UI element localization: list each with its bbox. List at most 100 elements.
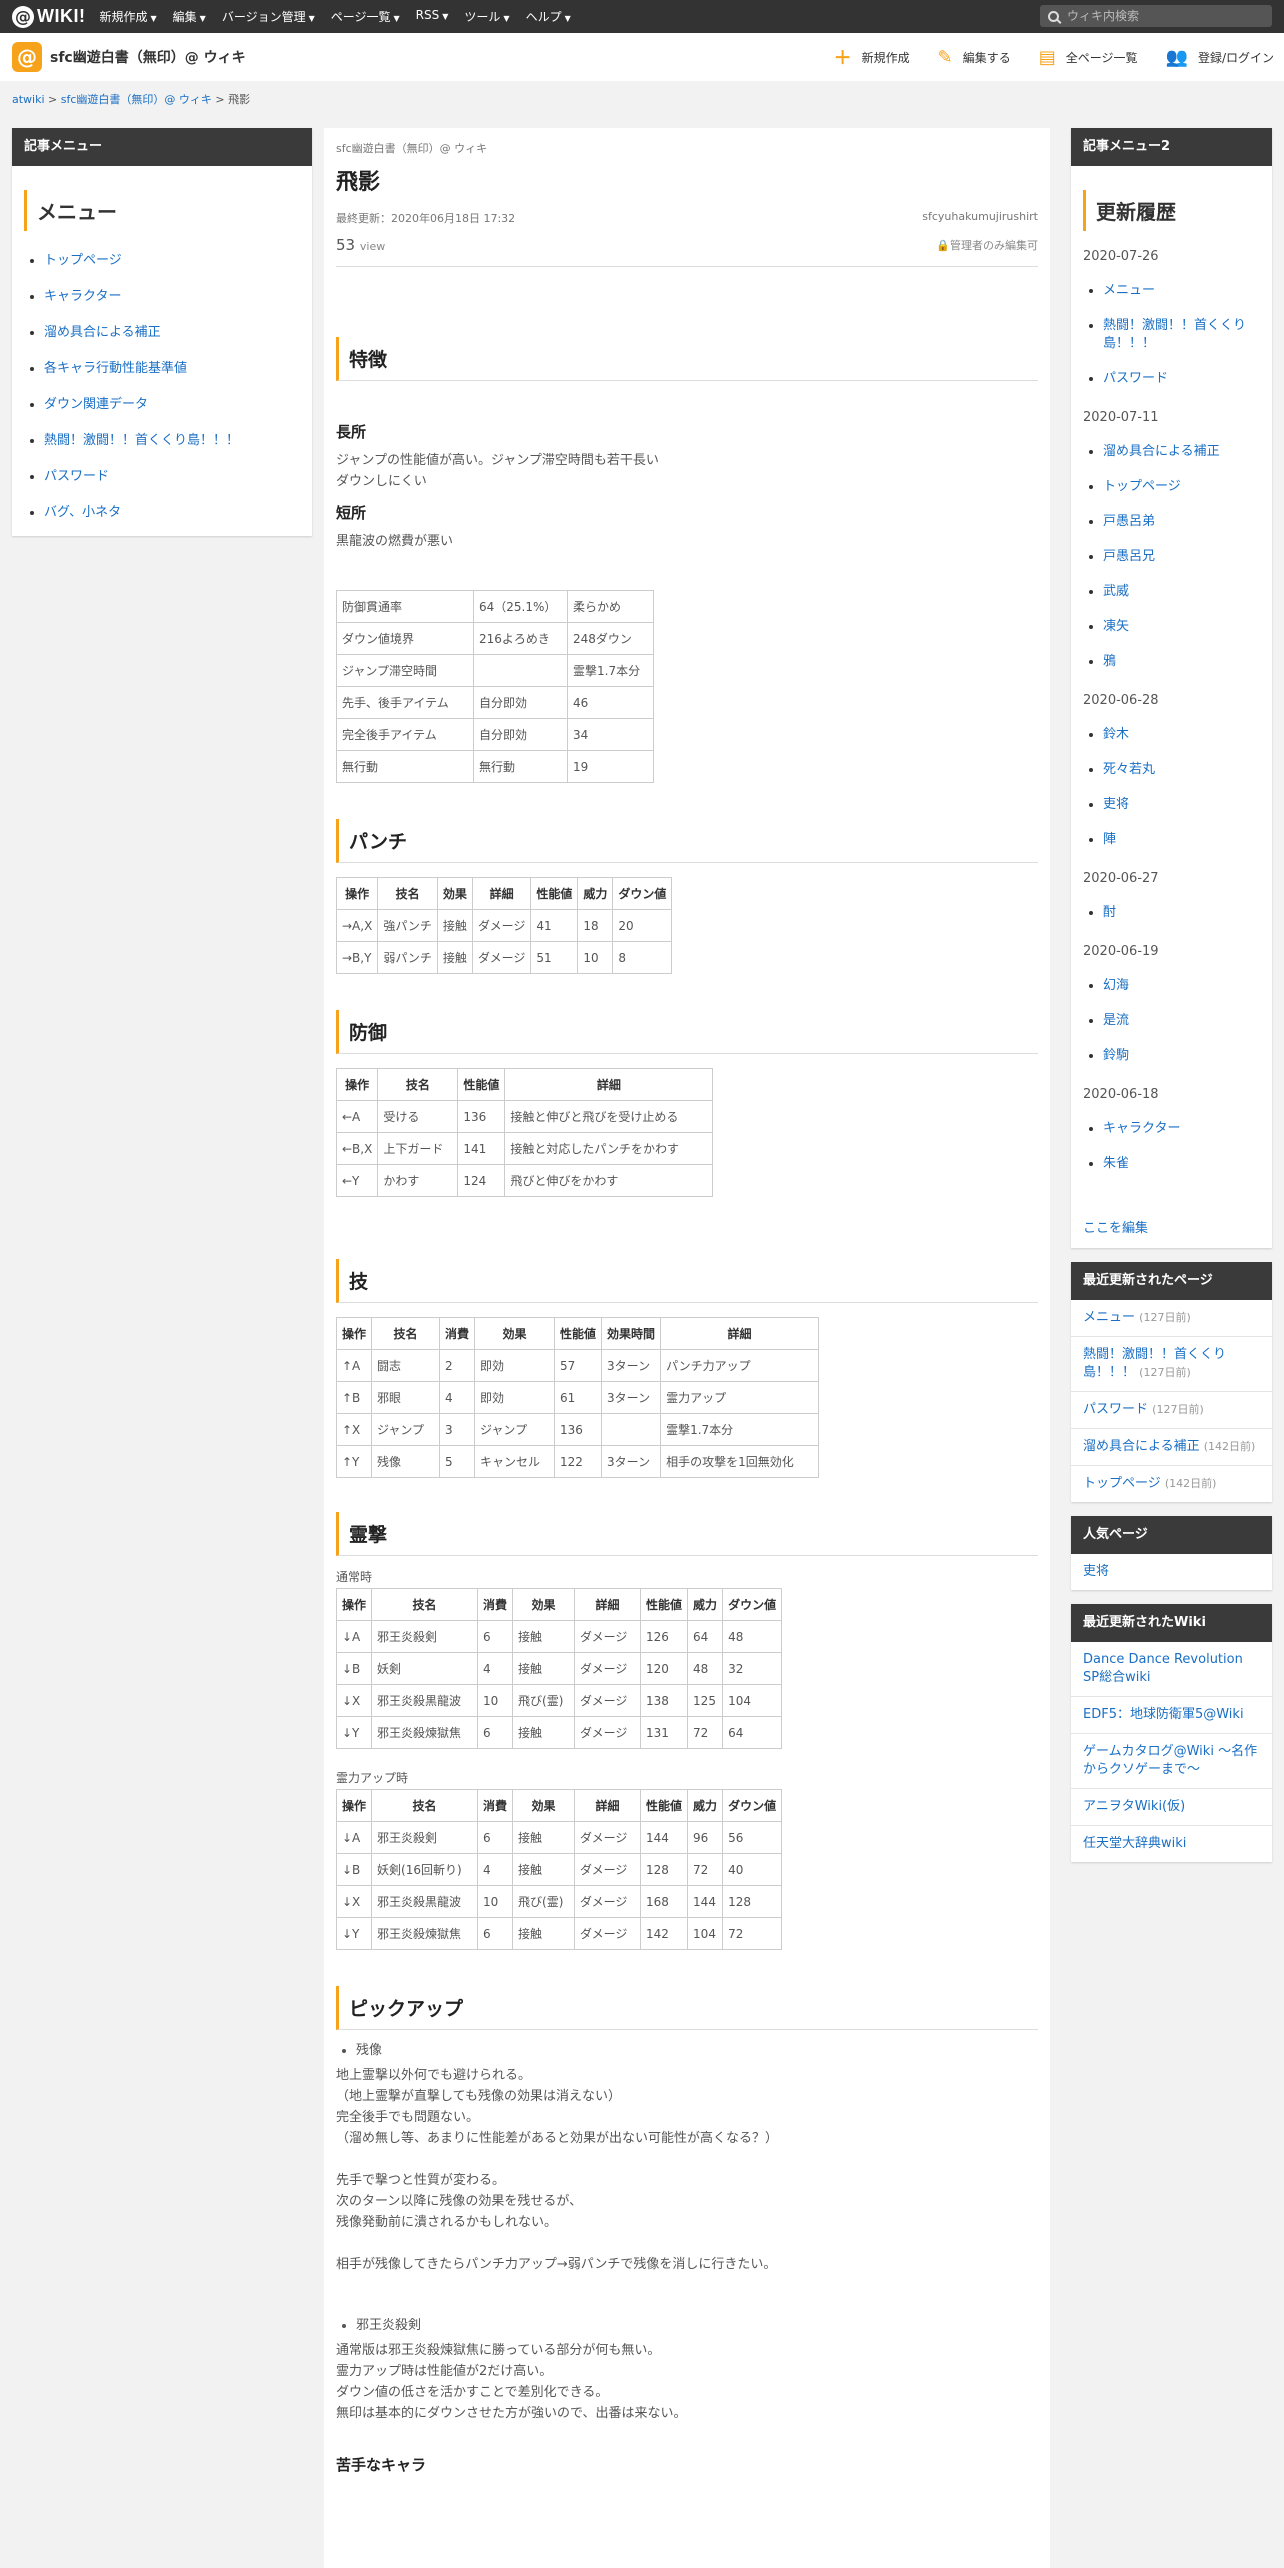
history-item[interactable]: 戸愚呂弟 <box>1103 513 1260 531</box>
table-row: ←A 受ける 136 接触と伸びと飛びを受け止める <box>335 1100 714 1133</box>
history-item[interactable]: 吏将 <box>1103 796 1260 814</box>
reigeki-normal-table: 操作 技名 消費 効果 詳細 性能値 威力 ダウン値 ↓A 邪王炎殺剣 6 接触 ダメージ 126 64 4… <box>335 1588 783 1749</box>
history-heading: 更新履歴 <box>1083 190 1260 231</box>
search-input[interactable] <box>1065 8 1265 24</box>
caret-down-icon: ▼ <box>393 14 400 23</box>
merit-text: ジャンプの性能値が高い。ジャンプ滞空時間も若干長い ダウンしにくい <box>336 453 659 489</box>
skill-table: 操作 技名 消費 効果 性能値 効果時間 詳細 ↑A 闘志 2 即効 57 3ターン パンチ力アップ ↑… <box>335 1317 820 1478</box>
table-row: ↑Y 残像 5 キャンセル 122 3ターン 相手の攻撃を1回無効化 <box>335 1445 820 1478</box>
nav-help[interactable]: ヘルプ ▼ <box>526 8 571 25</box>
edit-menu-link[interactable]: ここを編集 <box>1083 1217 1260 1236</box>
table-row: ↓B 妖剣 4 接触 ダメージ 120 48 32 <box>335 1652 783 1685</box>
menu-item[interactable]: キャラクター <box>44 285 300 304</box>
history-item[interactable]: 戸愚呂兄 <box>1103 548 1260 566</box>
wiki-item[interactable]: ゲームカタログ@Wiki ～名作からクソゲーまで～ <box>1071 1734 1272 1789</box>
nav-edit[interactable]: 編集 ▼ <box>173 8 206 25</box>
article-menu-panel: 記事メニュー メニュー トップページ キャラクター 溜め具合による補正 各キャラ… <box>12 128 312 536</box>
recent-page-item[interactable]: パスワード (127日前) <box>1071 1392 1272 1429</box>
menu-item[interactable]: バグ、小ネタ <box>44 501 300 520</box>
history-item[interactable]: 鈴駒 <box>1103 1047 1260 1065</box>
site-title[interactable]: sfc幽遊白書（無印）@ ウィキ <box>50 47 246 67</box>
history-item[interactable]: 溜め具合による補正 <box>1103 443 1260 461</box>
history-item[interactable]: 死々若丸 <box>1103 761 1260 779</box>
table-caption: 霊力アップ時 <box>336 1771 409 1785</box>
menu-item[interactable]: 熱闘！激闘！！首くくり島！！！ <box>44 429 300 448</box>
recent-page-item[interactable]: 熱闘！激闘！！首くくり島！！！ (127日前) <box>1071 1337 1272 1392</box>
recent-page-item[interactable]: メニュー (127日前) <box>1071 1300 1272 1337</box>
history-item[interactable]: 鴉 <box>1103 653 1260 671</box>
menu-item[interactable]: 溜め具合による補正 <box>44 321 300 340</box>
search-icon[interactable] <box>1048 10 1059 22</box>
menu-item[interactable]: パスワード <box>44 465 300 484</box>
table-row: →A,X 強パンチ 接触 ダメージ 41 18 20 <box>335 909 673 942</box>
history-item[interactable]: 陣 <box>1103 831 1260 849</box>
login-button[interactable]: 👥 登録/ログイン <box>1166 47 1274 68</box>
nav-pages[interactable]: ページ一覧 ▼ <box>331 8 400 25</box>
right-sidebar: 記事メニュー2 更新履歴 2020-07-26 メニュー 熱闘！激闘！！首くくり… <box>1071 128 1272 1876</box>
atwiki-logo[interactable]: @ WIKI! <box>12 5 85 28</box>
history-item[interactable]: 鈴木 <box>1103 726 1260 744</box>
history-date: 2020-06-18 <box>1083 1087 1159 1102</box>
page-title: 飛影 <box>336 170 381 195</box>
nav-new[interactable]: 新規作成 ▼ <box>99 8 156 25</box>
all-pages-button[interactable]: ▤ 全ページ一覧 <box>1039 47 1138 68</box>
new-page-button[interactable]: ＋新規作成 <box>834 44 910 70</box>
plus-icon: ＋ <box>833 48 852 69</box>
history-list: メニュー 熱闘！激闘！！首くくり島！！！ パスワード <box>1083 282 1260 388</box>
caret-down-icon: ▼ <box>199 14 206 23</box>
menu-item[interactable]: ダウン関連データ <box>44 393 300 412</box>
table-caption: 通常時 <box>336 1570 373 1584</box>
edit-page-button[interactable]: ✎ 編集する <box>938 47 1011 68</box>
pickup2-text: 通常版は邪王炎殺煉獄焦に勝っている部分が何も無い。 霊力アップ時は性能値が2だけ… <box>336 2343 687 2421</box>
wiki-item[interactable]: EDF5：地球防衛軍5@Wiki <box>1071 1697 1272 1734</box>
breadcrumb-site[interactable]: sfc幽遊白書（無印）@ ウィキ <box>61 93 212 106</box>
table-row: 先手、後手アイテム 自分即効 46 <box>336 686 654 719</box>
menu-item[interactable]: トップページ <box>44 249 300 268</box>
history-item[interactable]: メニュー <box>1103 282 1260 300</box>
table-row: ↓B 妖剣(16回斬り) 4 接触 ダメージ 128 72 40 <box>335 1853 783 1886</box>
left-menu-list: トップページ キャラクター 溜め具合による補正 各キャラ行動性能基準値 ダウン関… <box>24 249 300 520</box>
article-site: sfc幽遊白書（無印）@ ウィキ <box>336 142 488 155</box>
history-item[interactable]: 朱雀 <box>1103 1155 1260 1173</box>
section-heading-guard: 防御 <box>336 1010 1038 1054</box>
recent-page-item[interactable]: トップページ (142日前) <box>1071 1466 1272 1502</box>
article-author: sfcyuhakumujirushirt <box>922 210 1038 223</box>
user-add-icon: 👥 <box>1165 46 1188 68</box>
history-item[interactable]: パスワード <box>1103 370 1260 388</box>
table-header-row: 操作 技名 効果 詳細 性能値 威力 ダウン値 <box>335 877 673 910</box>
pencil-icon: ✎ <box>937 46 953 68</box>
history-item[interactable]: 幻海 <box>1103 977 1260 995</box>
reigeki-up-table: 操作 技名 消費 効果 詳細 性能値 威力 ダウン値 ↓A 邪王炎殺剣 6 接触 ダメージ 144 96 5… <box>335 1789 783 1950</box>
section-heading-traits: 特徴 <box>336 337 1038 381</box>
history-item[interactable]: 是流 <box>1103 1012 1260 1030</box>
popular-page-item[interactable]: 吏将 <box>1071 1554 1272 1590</box>
history-item[interactable]: 凍矢 <box>1103 618 1260 636</box>
history-list: 幻海 是流 鈴駒 <box>1083 977 1260 1065</box>
recent-page-item[interactable]: 溜め具合による補正 (142日前) <box>1071 1429 1272 1466</box>
wiki-item[interactable]: 任天堂大辞典wiki <box>1071 1826 1272 1862</box>
table-row: 完全後手アイテム 自分即効 34 <box>336 718 654 751</box>
nav-version[interactable]: バージョン管理 ▼ <box>222 8 315 25</box>
recent-wikis-panel: 最近更新されたWiki Dance Dance Revolution SP総合w… <box>1071 1604 1272 1862</box>
table-row: ↓A 邪王炎殺剣 6 接触 ダメージ 126 64 48 <box>335 1620 783 1653</box>
history-date: 2020-06-19 <box>1083 944 1159 959</box>
history-date: 2020-06-28 <box>1083 693 1159 708</box>
history-list: 酎 <box>1083 904 1260 922</box>
history-item[interactable]: キャラクター <box>1103 1120 1260 1138</box>
panel-title: 最近更新されたWiki <box>1071 1604 1272 1642</box>
history-item[interactable]: 熱闘！激闘！！首くくり島！！！ <box>1103 317 1260 353</box>
wiki-item[interactable]: アニヲタWiki(仮) <box>1071 1789 1272 1826</box>
history-item[interactable]: 酎 <box>1103 904 1260 922</box>
caret-down-icon: ▼ <box>442 12 449 21</box>
site-logo-icon[interactable]: @ <box>12 42 42 72</box>
last-updated: 最終更新：2020年06月18日 17:32 <box>336 212 516 225</box>
nav-rss[interactable]: RSS ▼ <box>416 8 449 25</box>
breadcrumb-root[interactable]: atwiki <box>12 93 45 106</box>
wiki-item[interactable]: Dance Dance Revolution SP総合wiki <box>1071 1642 1272 1697</box>
breadcrumb: atwiki > sfc幽遊白書（無印）@ ウィキ > 飛影 <box>0 81 1284 115</box>
history-item[interactable]: 武威 <box>1103 583 1260 601</box>
nav-tools[interactable]: ツール ▼ <box>464 8 509 25</box>
history-item[interactable]: トップページ <box>1103 478 1260 496</box>
menu-item[interactable]: 各キャラ行動性能基準値 <box>44 357 300 376</box>
table-row: ↓X 邪王炎殺黒龍波 10 飛び(霊) ダメージ 168 144 128 <box>335 1885 783 1918</box>
